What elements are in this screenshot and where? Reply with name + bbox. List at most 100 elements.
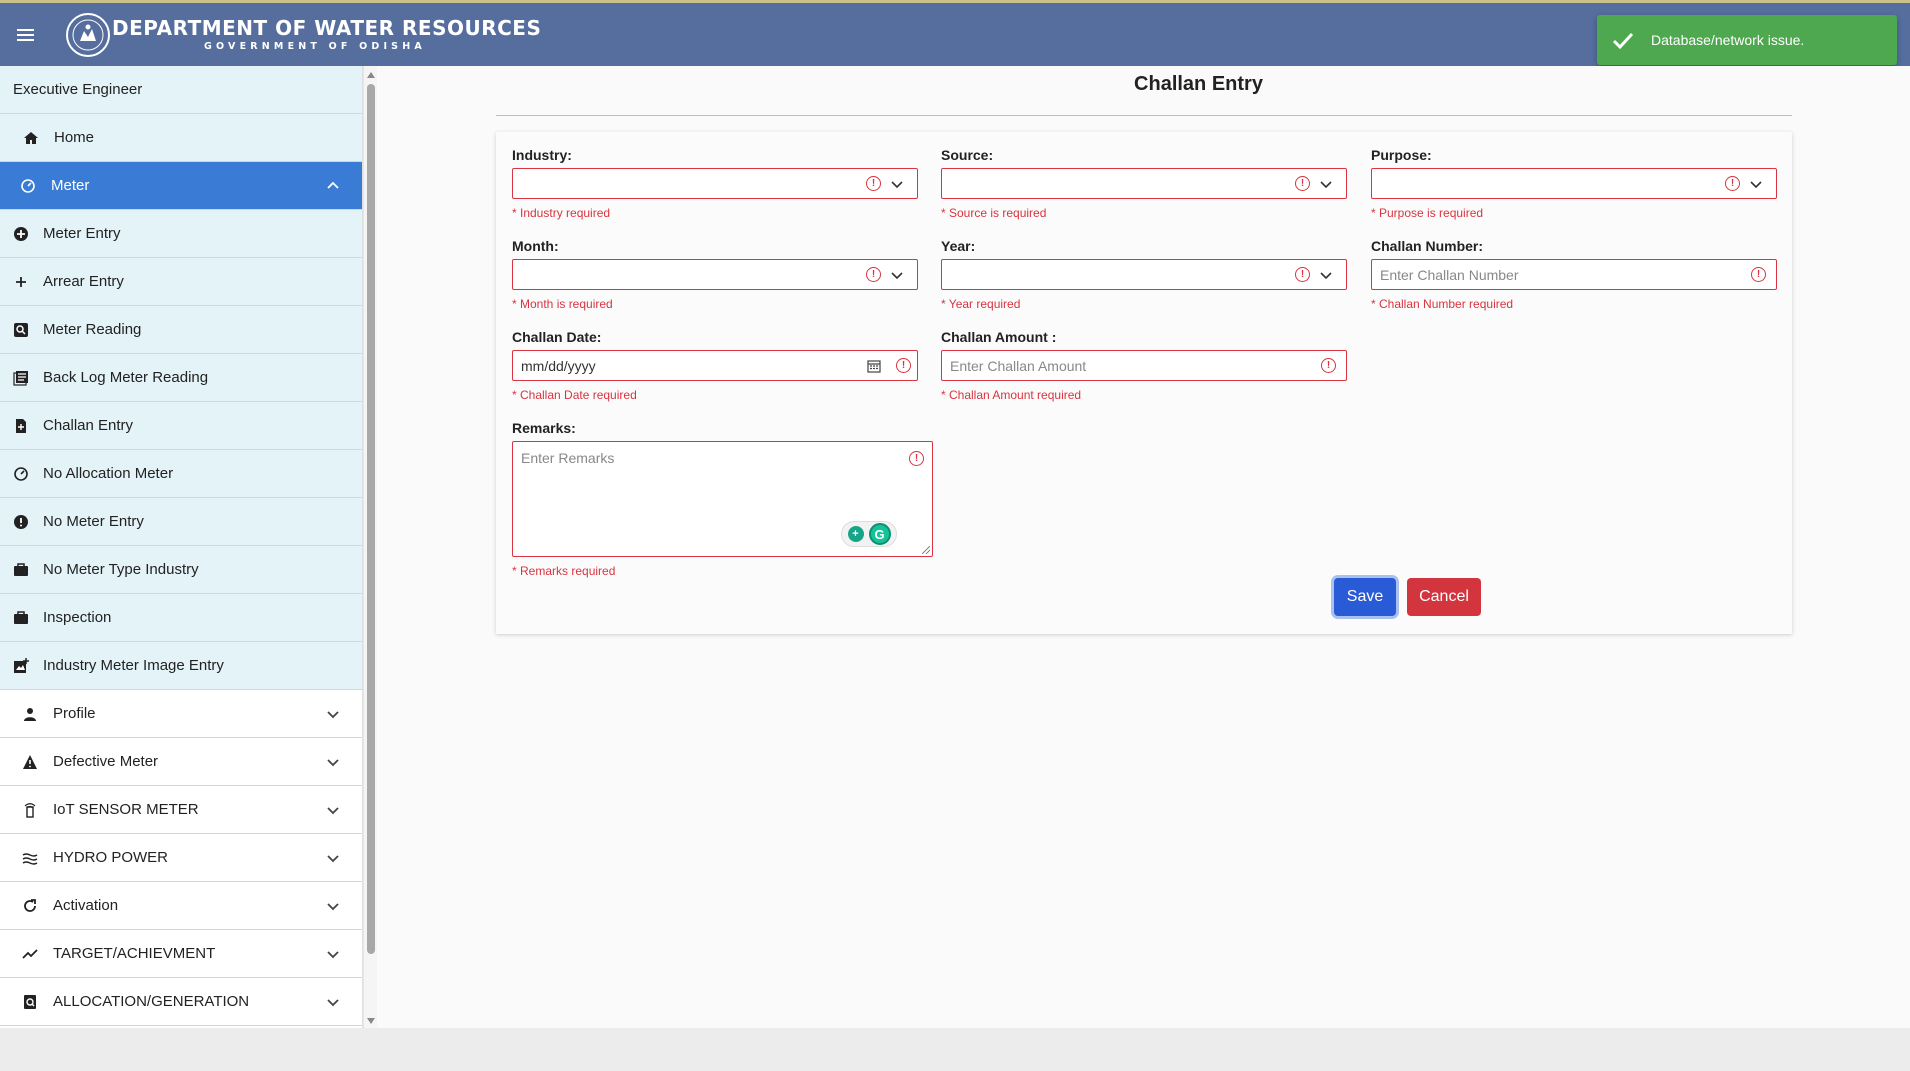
chevron-down-icon [327,758,339,766]
challan-number-label: Challan Number: [1371,238,1484,254]
year-select[interactable]: ! [941,259,1347,290]
sidebar-item-meter-reading[interactable]: Meter Reading [0,306,362,354]
cancel-button[interactable]: Cancel [1407,578,1481,616]
sidebar-group-iot-sensor-meter[interactable]: IoT SENSOR METER [0,786,362,834]
page-title: Challan Entry [1134,73,1263,95]
sidebar-group-allocation-generation[interactable]: ALLOCATION/GENERATION [0,978,362,1026]
sidebar-item-label: Arrear Entry [43,273,124,290]
sidebar-item-arrear-entry[interactable]: Arrear Entry [0,258,362,306]
challan-number-input[interactable]: Enter Challan Number ! [1371,259,1777,290]
title-divider [496,115,1792,116]
chevron-down-icon [891,272,903,280]
sidebar-item-label: No Allocation Meter [43,465,174,482]
remarks-placeholder: Enter Remarks [521,450,615,466]
chevron-down-icon [327,998,339,1006]
sidebar-group-activation[interactable]: Activation [0,882,362,930]
source-error: * Source is required [941,206,1047,220]
document-icon [13,418,29,434]
sidebar-item-backlog-meter-reading[interactable]: Back Log Meter Reading [0,354,362,402]
sidebar-item-meter[interactable]: Meter [0,162,362,210]
remarks-field: Remarks: Enter Remarks ! + G * Remarks r… [512,420,933,578]
year-field: Year: ! * Year required [941,238,1347,311]
hamburger-menu-button[interactable] [0,3,50,66]
sidebar-item-label: No Meter Type Industry [43,561,199,578]
home-icon [23,130,39,146]
error-icon: ! [866,267,881,282]
chevron-down-icon [891,181,903,189]
chevron-down-icon [327,950,339,958]
industry-label: Industry: [512,147,572,163]
purpose-label: Purpose: [1371,147,1432,163]
notification-toast[interactable]: Database/network issue. [1597,15,1897,65]
sidebar-group-target-achievment[interactable]: TARGET/ACHIEVMENT [0,930,362,978]
challan-number-placeholder: Enter Challan Number [1380,266,1519,283]
save-button[interactable]: Save [1334,578,1396,616]
sidebar-item-no-meter-entry[interactable]: No Meter Entry [0,498,362,546]
sidebar-item-challan-entry[interactable]: Challan Entry [0,402,362,450]
refresh-icon [22,898,38,914]
error-icon: ! [866,176,881,191]
industry-error: * Industry required [512,206,611,220]
calendar-icon[interactable] [867,359,881,373]
government-subtitle: GOVERNMENT OF ODISHA [204,40,426,52]
chevron-down-icon [327,854,339,862]
resize-handle[interactable] [922,546,930,554]
sidebar-group-hydro-power[interactable]: HYDRO POWER [0,834,362,882]
scroll-up-arrow-icon[interactable] [367,72,375,78]
sidebar-group-defective-meter[interactable]: Defective Meter [0,738,362,786]
sidebar-item-label: TARGET/ACHIEVMENT [53,945,216,962]
sidebar-item-meter-entry[interactable]: Meter Entry [0,210,362,258]
check-icon [1612,32,1634,50]
challan-date-input[interactable]: mm/dd/yyyy ! [512,350,918,381]
source-label: Source: [941,147,994,163]
sidebar-item-industry-meter-image-entry[interactable]: Industry Meter Image Entry [0,642,362,690]
odisha-emblem-logo [66,12,110,57]
challan-date-error: * Challan Date required [512,388,637,402]
sidebar-item-label: No Meter Entry [43,513,144,530]
sidebar-item-no-allocation-meter[interactable]: No Allocation Meter [0,450,362,498]
error-icon: ! [896,358,911,373]
grammarly-icon[interactable]: G [868,523,891,545]
person-icon [22,706,38,722]
sidebar-item-label: Meter Reading [43,321,142,338]
industry-select[interactable]: ! [512,168,918,199]
sidebar-item-label: ALLOCATION/GENERATION [53,993,250,1010]
month-field: Month: ! * Month is required [512,238,918,311]
sidebar-group-profile[interactable]: Profile [0,690,362,738]
challan-date-value: mm/dd/yyyy [521,357,596,374]
remarks-textarea[interactable]: Enter Remarks ! + G [512,441,933,557]
sidebar: Executive Engineer Home Meter Meter Entr… [0,66,363,1028]
scroll-down-arrow-icon[interactable] [367,1018,375,1024]
bottom-bar [0,1028,1910,1071]
sidebar-role: Executive Engineer [0,66,362,114]
challan-amount-label: Challan Amount : [941,329,1057,345]
image-add-icon [13,657,29,674]
month-label: Month: [512,238,559,254]
challan-form-card: Industry: ! * Industry required Source: … [496,132,1792,634]
source-field: Source: ! * Source is required [941,147,1347,220]
grammarly-widget[interactable]: + G [841,521,897,547]
main-content: Challan Entry Industry: ! * Industry req… [377,66,1910,1028]
challan-amount-input[interactable]: Enter Challan Amount ! [941,350,1347,381]
sidebar-item-label: Activation [53,897,119,914]
sidebar-item-label: Meter [51,177,90,194]
toast-message: Database/network issue. [1651,32,1805,48]
sidebar-item-home[interactable]: Home [0,114,362,162]
chevron-down-icon [1750,181,1762,189]
hamburger-icon [16,33,34,36]
purpose-select[interactable]: ! [1371,168,1777,199]
sidebar-item-no-meter-type-industry[interactable]: No Meter Type Industry [0,546,362,594]
challan-number-error: * Challan Number required [1371,297,1514,311]
source-select[interactable]: ! [941,168,1347,199]
scrollbar-thumb[interactable] [367,84,375,954]
chevron-down-icon [327,806,339,814]
sidebar-scrollbar[interactable] [363,66,377,1028]
error-icon: ! [1751,267,1766,282]
month-select[interactable]: ! [512,259,918,290]
doc-search-icon [22,994,38,1010]
sidebar-item-inspection[interactable]: Inspection [0,594,362,642]
remarks-error: * Remarks required [512,564,616,578]
suggestion-icon[interactable]: + [847,526,864,542]
purpose-error: * Purpose is required [1371,206,1484,220]
department-title: DEPARTMENT OF WATER RESOURCES [112,15,542,40]
